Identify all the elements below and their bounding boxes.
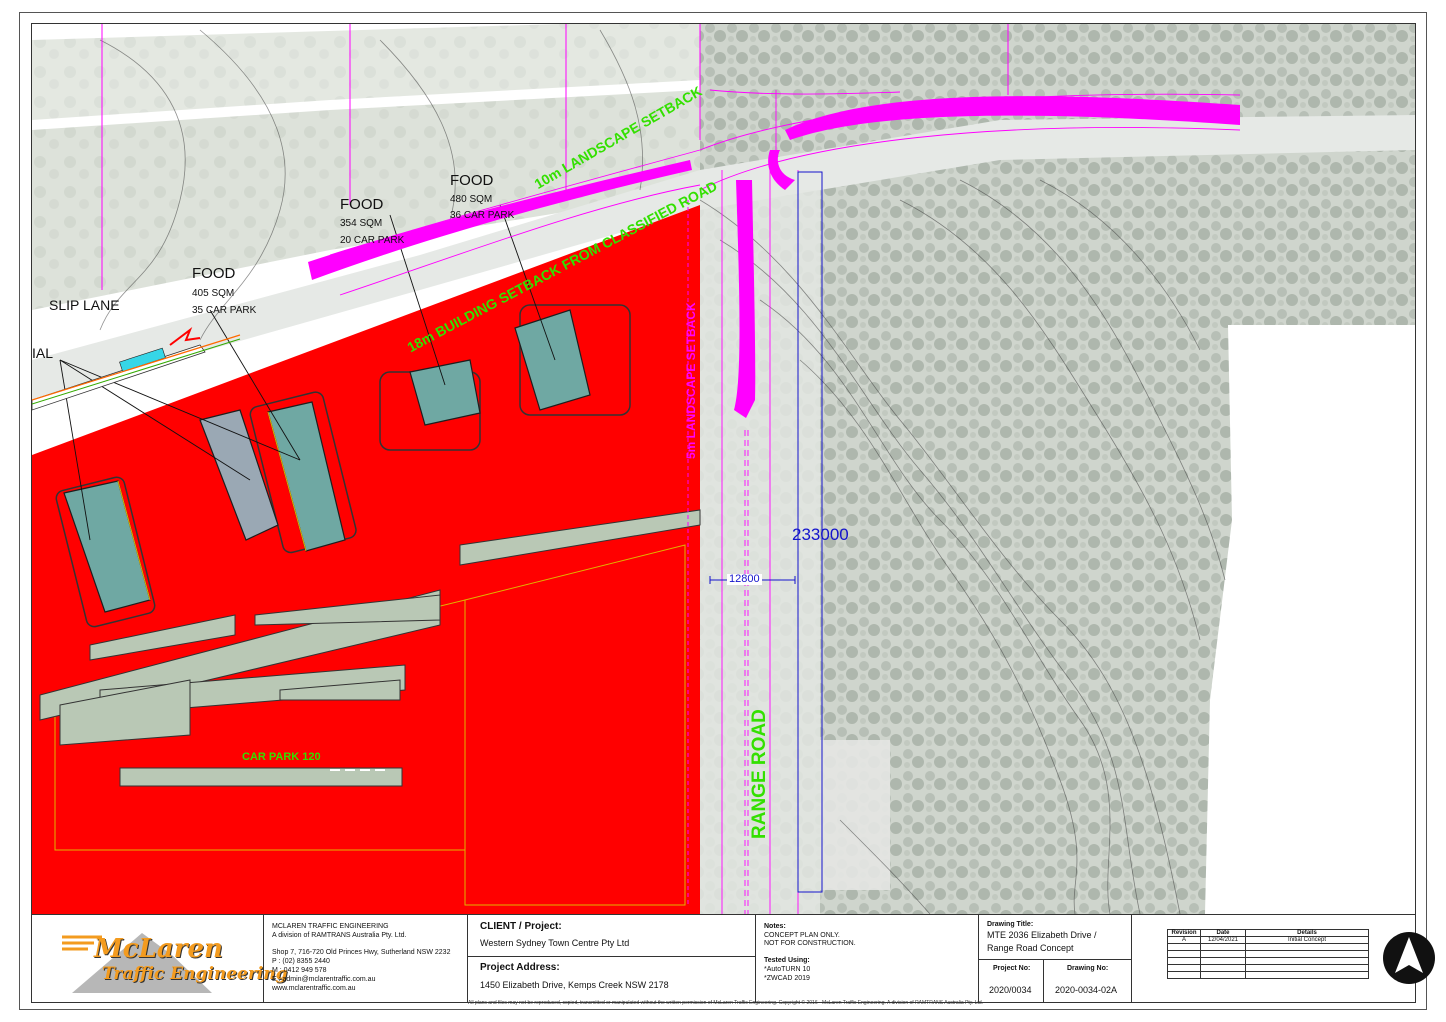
- logo-subtitle: Traffic Engineering: [102, 964, 288, 984]
- plan-drawing: [32, 24, 1415, 914]
- logo-name: McLaren: [94, 934, 223, 964]
- tested-line-1: *AutoTURN 10: [764, 966, 811, 973]
- company-phone: P : (02) 8355 2440: [272, 958, 330, 965]
- food-1-area: 405 SQM: [192, 288, 235, 299]
- slip-lane-label: SLIP LANE: [49, 297, 120, 313]
- drawing-title-label: Drawing Title:: [987, 921, 1034, 928]
- company-mobile: M : 0412 949 578: [272, 967, 327, 974]
- notes-label: Notes:: [764, 923, 786, 930]
- company-website[interactable]: www.mclarentraffic.com.au: [272, 985, 356, 993]
- copyright-disclaimer: All plans and files may not be reproduce…: [468, 1000, 984, 1006]
- plan-view: SLIP LANE IAL FOOD 405 SQM 35 CAR PARK F…: [32, 24, 1415, 914]
- drawing-no-value: 2020-0034-02A: [1055, 985, 1118, 995]
- company-name: MCLAREN TRAFFIC ENGINEERING: [272, 923, 389, 930]
- food-2-title: FOOD: [340, 196, 384, 213]
- food-3-area: 480 SQM: [450, 194, 493, 205]
- project-no-label: Project No:: [993, 965, 1031, 972]
- revision-cell: A: [1167, 936, 1201, 944]
- tested-label: Tested Using:: [764, 957, 810, 964]
- company-address: Shop 7, 716-720 Old Princes Hwy, Sutherl…: [272, 949, 451, 956]
- drawing-title-line-2: Range Road Concept: [987, 943, 1074, 953]
- drawing-title-cell: Drawing Title: MTE 2036 Elizabeth Drive …: [979, 915, 1132, 1003]
- date-header: Date: [1200, 929, 1246, 937]
- notes-line-1: CONCEPT PLAN ONLY.: [764, 932, 840, 939]
- range-road-label: RANGE ROAD: [749, 709, 770, 839]
- company-email: E : admin@mclarentraffic.com.au: [272, 976, 376, 983]
- title-block: McLaren Traffic Engineering MCLAREN TRAF…: [32, 914, 1435, 1006]
- company-details: MCLAREN TRAFFIC ENGINEERING A division o…: [264, 915, 468, 1003]
- project-address-value: 1450 Elizabeth Drive, Kemps Creek NSW 21…: [480, 980, 669, 990]
- landscape-setback-5m-label: 5m LANDSCAPE SETBACK: [684, 302, 698, 459]
- food-3-parking: 36 CAR PARK: [450, 210, 515, 221]
- food-1-parking: 35 CAR PARK: [192, 305, 257, 316]
- details-cell: Initial Concept: [1245, 936, 1369, 944]
- food-3-title: FOOD: [450, 172, 494, 189]
- logo-cell: McLaren Traffic Engineering: [32, 915, 288, 1003]
- car-park-120-label: CAR PARK 120: [242, 751, 321, 763]
- drawing-no-label: Drawing No:: [1067, 965, 1109, 972]
- food-1-title: FOOD: [192, 265, 236, 282]
- company-division: A division of RAMTRANS Australia Pty. Lt…: [272, 932, 407, 939]
- project-no-value: 2020/0034: [989, 985, 1032, 995]
- client-label: CLIENT / Project:: [480, 921, 562, 932]
- drawing-title-line-1: MTE 2036 Elizabeth Drive /: [987, 930, 1097, 940]
- notes-cell: Notes: CONCEPT PLAN ONLY. NOT FOR CONSTR…: [756, 915, 979, 1003]
- cut-off-label: IAL: [32, 345, 54, 361]
- project-cell: CLIENT / Project: Western Sydney Town Ce…: [468, 915, 756, 1003]
- notes-line-2: NOT FOR CONSTRUCTION.: [764, 940, 856, 947]
- tested-line-2: *ZWCAD 2019: [764, 975, 810, 982]
- revision-table: Revision Date Details A 12/04/2021 Initi…: [1167, 929, 1369, 979]
- north-arrow-icon: [1383, 932, 1435, 984]
- date-cell: 12/04/2021: [1200, 936, 1246, 944]
- food-2-area: 354 SQM: [340, 218, 383, 229]
- details-header: Details: [1245, 929, 1369, 937]
- food-2-parking: 20 CAR PARK: [340, 235, 405, 246]
- project-address-label: Project Address:: [480, 962, 560, 973]
- table-row: A 12/04/2021 Initial Concept: [1167, 936, 1369, 944]
- revision-header: Revision: [1167, 929, 1201, 937]
- dimension-233000: 233000: [792, 525, 849, 544]
- dimension-12800: 12800: [727, 573, 762, 585]
- client-value: Western Sydney Town Centre Pty Ltd: [480, 938, 630, 948]
